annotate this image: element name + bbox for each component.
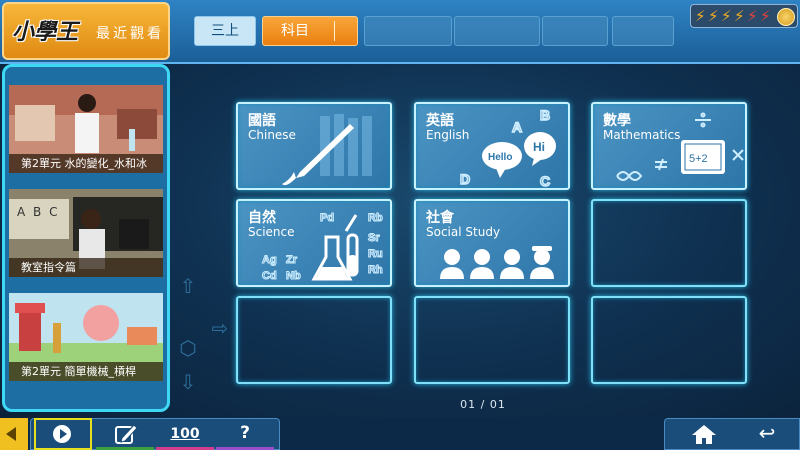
bubble-text: Hello bbox=[488, 152, 512, 163]
video-thumbnail[interactable]: 第2單元 水的變化_水和冰 bbox=[9, 85, 163, 173]
element-symbol: Ru bbox=[368, 248, 383, 260]
play-icon bbox=[53, 425, 71, 443]
help-button[interactable]: ? bbox=[216, 418, 274, 450]
top-bar: 小學王 最近觀看 三上 科目 ⚡ ⚡ ⚡ ⚡ ⚡ ⚡ bbox=[0, 0, 800, 64]
element-symbol: Rh bbox=[368, 264, 383, 276]
letter-decoration: B bbox=[540, 107, 550, 123]
lightning-icon: ⚡ bbox=[760, 7, 771, 25]
element-symbol: Sr bbox=[368, 232, 380, 244]
play-button[interactable] bbox=[34, 418, 92, 450]
question-mark-icon: ? bbox=[240, 423, 250, 443]
subject-card-social-study[interactable]: 社會 Social Study bbox=[414, 199, 570, 287]
brush-icon bbox=[282, 114, 372, 186]
back-button[interactable]: ↩ bbox=[752, 421, 782, 445]
lightning-icon: ⚡ bbox=[747, 7, 758, 25]
score-button[interactable]: 100 bbox=[156, 418, 214, 450]
coin-icon bbox=[777, 8, 795, 26]
tab-empty-3[interactable] bbox=[542, 16, 608, 46]
tab-empty-2[interactable] bbox=[454, 16, 540, 46]
energy-meter: ⚡ ⚡ ⚡ ⚡ ⚡ ⚡ bbox=[690, 4, 798, 28]
tab-empty-4[interactable] bbox=[612, 16, 674, 46]
video-title: 第2單元 簡單機械_槓桿 bbox=[9, 362, 163, 381]
tab-subject-label: 科目 bbox=[281, 23, 309, 39]
letter-decoration: A bbox=[512, 119, 522, 135]
triangle-left-icon bbox=[6, 427, 16, 441]
subject-card-english[interactable]: 英語 English Hello Hi A B C D bbox=[414, 102, 570, 190]
tab-grade[interactable]: 三上 bbox=[194, 16, 256, 46]
recent-view-label: 最近觀看 bbox=[96, 26, 164, 42]
element-symbol: Zr bbox=[286, 254, 298, 266]
math-board-icon: 5+2 bbox=[616, 112, 744, 181]
element-symbol: Ag bbox=[262, 254, 277, 266]
page-indicator: 01 / 01 bbox=[460, 398, 506, 411]
lightning-icon: ⚡ bbox=[721, 7, 732, 25]
blackboard-text: A B C bbox=[17, 205, 60, 219]
right-arrow-icon[interactable]: ⇨ bbox=[206, 314, 234, 342]
home-icon bbox=[692, 425, 716, 444]
element-symbol: Pd bbox=[320, 212, 334, 224]
element-symbol: Rb bbox=[368, 212, 383, 224]
video-thumbnail[interactable]: A B C 教室指令篇 bbox=[9, 189, 163, 277]
speech-bubble-icon: Hello Hi A B C D bbox=[459, 106, 556, 190]
tab-divider bbox=[334, 21, 335, 41]
people-icon bbox=[440, 246, 554, 279]
lightning-icon: ⚡ bbox=[695, 7, 706, 25]
video-thumbnail[interactable]: 第2單元 簡單機械_槓桿 bbox=[9, 293, 163, 381]
return-arrow-icon: ↩ bbox=[758, 421, 776, 445]
subject-card-empty bbox=[591, 199, 747, 287]
lightning-icon: ⚡ bbox=[708, 7, 719, 25]
subject-card-chinese[interactable]: 國語 Chinese bbox=[236, 102, 392, 190]
element-symbol: Nb bbox=[286, 270, 301, 282]
recent-view-button[interactable]: 小學王 最近觀看 bbox=[2, 2, 170, 60]
recent-videos-panel: 第2單元 水的變化_水和冰 A B C 教室指令篇 第2單元 簡單機械_槓桿 bbox=[2, 64, 170, 412]
app-logo: 小學王 bbox=[12, 19, 79, 45]
down-arrow-icon[interactable]: ⇩ bbox=[174, 368, 202, 396]
home-button[interactable] bbox=[690, 423, 718, 445]
subject-card-empty bbox=[414, 296, 570, 384]
edit-button[interactable] bbox=[96, 418, 154, 450]
letter-decoration: D bbox=[460, 171, 470, 187]
test-tube-icon: Pd Rb Sr Ru Rh Ag Zr Cd Nb bbox=[262, 212, 384, 283]
subject-card-math[interactable]: 數學 Mathematics 5+2 bbox=[591, 102, 747, 190]
pencil-icon bbox=[115, 424, 138, 444]
bubble-text: Hi bbox=[533, 140, 545, 154]
element-symbol: Cd bbox=[262, 270, 277, 282]
video-title: 教室指令篇 bbox=[9, 258, 163, 277]
hexagon-icon: ⬡ bbox=[179, 336, 197, 360]
tab-subject[interactable]: 科目 bbox=[262, 16, 358, 46]
lightning-icon: ⚡ bbox=[734, 7, 745, 25]
letter-decoration: C bbox=[540, 173, 550, 189]
board-equation: 5+2 bbox=[689, 153, 708, 165]
tab-empty-1[interactable] bbox=[364, 16, 452, 46]
subject-card-empty bbox=[591, 296, 747, 384]
collapse-panel-button[interactable] bbox=[0, 418, 28, 450]
video-title: 第2單元 水的變化_水和冰 bbox=[9, 154, 163, 173]
subject-card-science[interactable]: 自然 Science Pd Rb Sr Ru Rh Ag Zr Cd Nb bbox=[236, 199, 392, 287]
subject-card-empty bbox=[236, 296, 392, 384]
up-arrow-icon[interactable]: ⇧ bbox=[174, 272, 202, 300]
score-label: 100 bbox=[170, 426, 200, 442]
